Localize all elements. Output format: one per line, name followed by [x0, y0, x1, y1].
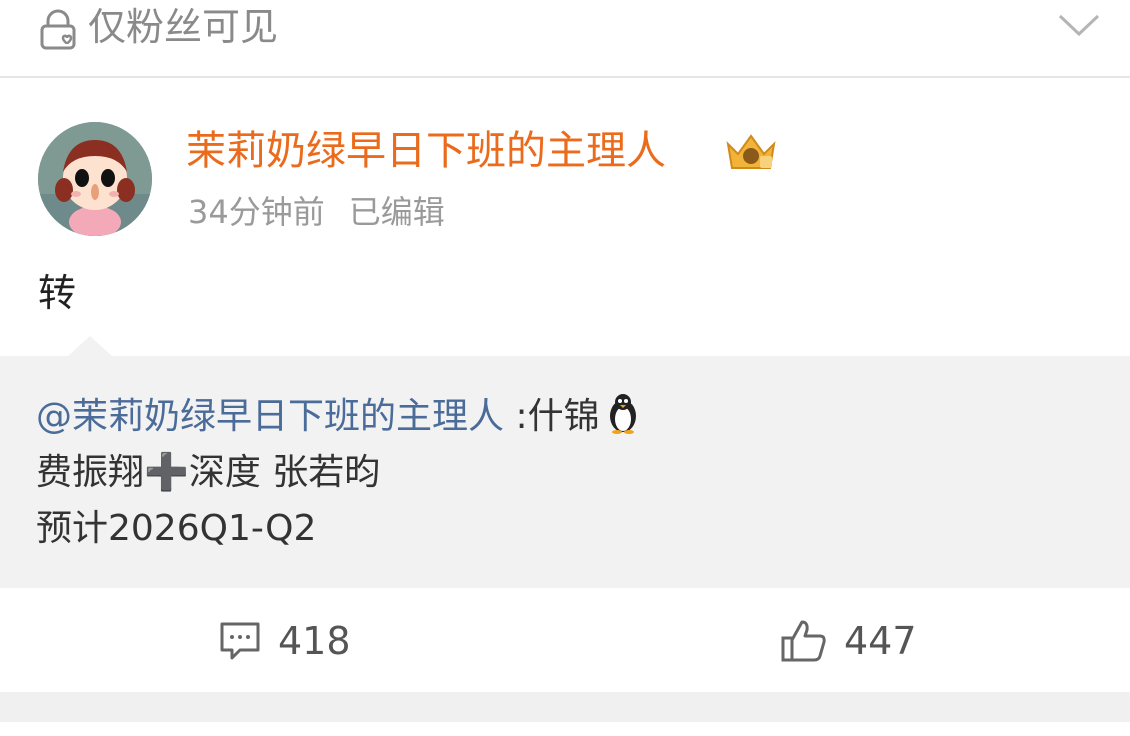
comment-button[interactable]: 418 — [218, 618, 351, 664]
lock-heart-icon — [40, 9, 76, 50]
avatar[interactable] — [38, 122, 152, 236]
repost-notch — [68, 336, 112, 356]
visibility-label: 仅粉丝可见 — [88, 5, 279, 49]
like-button[interactable]: 447 — [780, 618, 917, 664]
author-name[interactable]: 茉莉奶绿早日下班的主理人 — [186, 126, 666, 176]
repost-line-3: 预计2026Q1-Q2 — [36, 508, 317, 549]
repost-card[interactable]: @茉莉奶绿早日下班的主理人 :什锦 费振翔➕深度 张若昀 预计2026Q1-Q2 — [0, 336, 1130, 588]
thumbs-up-icon — [781, 620, 826, 662]
comment-count: 418 — [278, 619, 351, 663]
comment-icon — [220, 622, 260, 660]
repost-line-2: 费振翔➕深度 张若昀 — [36, 452, 381, 493]
visibility-bar: 仅粉丝可见 — [0, 0, 1130, 78]
post-meta: 34分钟前 已编辑 — [188, 190, 445, 234]
post-text: 转 — [38, 271, 77, 315]
edited-label[interactable]: 已编辑 — [349, 193, 445, 231]
penguin-icon — [609, 394, 636, 434]
mention-link[interactable]: @茉莉奶绿早日下班的主理人 — [36, 396, 504, 437]
action-bar: 418 447 — [0, 590, 1130, 692]
crown-badge-icon[interactable] — [722, 130, 780, 174]
feed-divider — [0, 692, 1130, 722]
like-count: 447 — [844, 619, 917, 663]
chevron-down-icon[interactable] — [1054, 6, 1104, 46]
repost-text-1: :什锦 — [504, 396, 600, 437]
repost-line-1: @茉莉奶绿早日下班的主理人 :什锦 — [36, 392, 640, 442]
post-time: 34分钟前 — [188, 193, 325, 231]
